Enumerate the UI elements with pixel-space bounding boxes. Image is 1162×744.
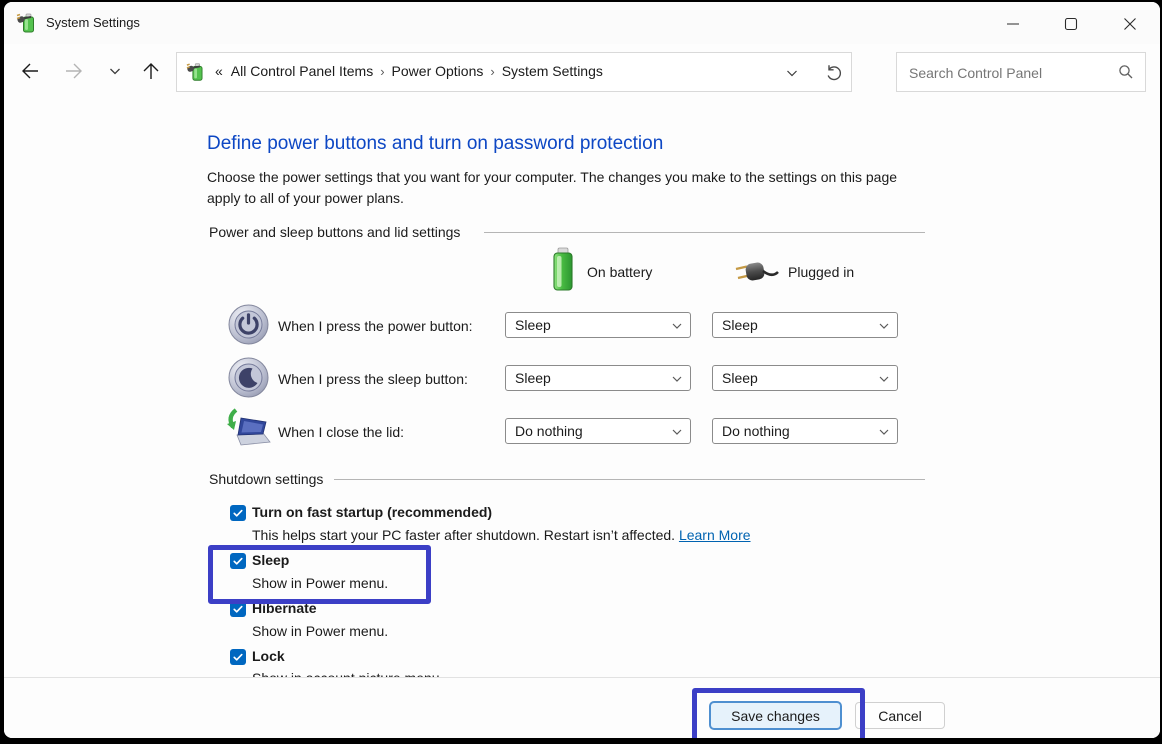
refresh-icon	[825, 63, 844, 82]
up-button[interactable]	[138, 58, 164, 84]
row-label-sleep-button: When I press the sleep button:	[278, 371, 468, 387]
checkbox-lock[interactable]	[230, 649, 246, 665]
column-header-on-battery: On battery	[587, 264, 652, 280]
select-value: Sleep	[722, 317, 758, 333]
lid-close-icon	[223, 408, 271, 455]
system-settings-window: System Settings	[4, 2, 1160, 738]
checkmark-icon	[232, 555, 244, 567]
breadcrumb-item-all-control-panel-items[interactable]: All Control Panel Items	[231, 63, 373, 79]
checkbox-hibernate[interactable]	[230, 601, 246, 617]
option-label-sleep[interactable]: Sleep	[252, 552, 289, 568]
select-close-lid-plugged-in[interactable]: Do nothing	[712, 418, 898, 444]
learn-more-link[interactable]: Learn More	[679, 527, 751, 543]
select-value: Do nothing	[722, 423, 790, 439]
option-label-fast-startup[interactable]: Turn on fast startup (recommended)	[252, 504, 492, 520]
plug-icon	[733, 258, 781, 293]
checkmark-icon	[232, 603, 244, 615]
search-box	[896, 52, 1146, 92]
address-dropdown-button[interactable]	[785, 66, 799, 85]
section-rule	[334, 479, 925, 480]
history-dropdown-button[interactable]	[102, 58, 128, 84]
search-icon[interactable]	[1118, 64, 1134, 85]
breadcrumb-item-power-options[interactable]: Power Options	[392, 63, 484, 79]
sleep-button-icon	[228, 357, 269, 403]
titlebar: System Settings	[4, 2, 1160, 44]
row-label-power-button: When I press the power button:	[278, 318, 473, 334]
save-changes-button[interactable]: Save changes	[709, 701, 842, 730]
select-power-button-plugged-in[interactable]: Sleep	[712, 312, 898, 338]
breadcrumb-prefix: «	[215, 63, 223, 79]
forward-icon	[63, 60, 85, 82]
breadcrumb: « All Control Panel Items › Power Option…	[215, 63, 603, 79]
option-label-hibernate[interactable]: Hibernate	[252, 600, 317, 616]
checkmark-icon	[232, 651, 244, 663]
maximize-icon	[1064, 17, 1078, 31]
battery-icon	[549, 245, 577, 298]
save-changes-label: Save changes	[731, 708, 820, 724]
close-button[interactable]	[1116, 13, 1144, 35]
search-input[interactable]	[907, 53, 1116, 93]
chevron-down-icon	[671, 426, 683, 438]
checkbox-sleep[interactable]	[230, 553, 246, 569]
power-button-icon	[228, 304, 269, 350]
minimize-icon	[1006, 17, 1020, 31]
column-header-plugged-in: Plugged in	[788, 264, 854, 280]
breadcrumb-separator[interactable]: ›	[483, 64, 501, 79]
select-value: Sleep	[515, 317, 551, 333]
maximize-button[interactable]	[1057, 13, 1085, 35]
option-description-sleep: Show in Power menu.	[252, 575, 388, 591]
option-description-hibernate: Show in Power menu.	[252, 623, 388, 639]
breadcrumb-power-icon	[186, 61, 208, 88]
chevron-down-icon	[878, 426, 890, 438]
checkbox-fast-startup[interactable]	[230, 505, 246, 521]
select-sleep-button-plugged-in[interactable]: Sleep	[712, 365, 898, 391]
select-value: Sleep	[515, 370, 551, 386]
page-description: Choose the power settings that you want …	[207, 167, 913, 209]
back-icon	[19, 60, 41, 82]
page-title: Define power buttons and turn on passwor…	[207, 133, 663, 155]
cancel-label: Cancel	[878, 708, 922, 724]
forward-button[interactable]	[61, 58, 87, 84]
option-description-fast-startup: This helps start your PC faster after sh…	[252, 527, 751, 543]
minimize-button[interactable]	[999, 13, 1027, 35]
up-arrow-icon	[140, 60, 162, 82]
footer-bar: Save changes Cancel	[4, 677, 1160, 738]
power-options-app-icon	[16, 11, 40, 40]
chevron-down-icon	[878, 320, 890, 332]
window-title: System Settings	[46, 15, 140, 30]
option-label-lock[interactable]: Lock	[252, 648, 285, 664]
chevron-down-icon	[671, 373, 683, 385]
select-value: Do nothing	[515, 423, 583, 439]
address-bar[interactable]: « All Control Panel Items › Power Option…	[176, 52, 852, 92]
chevron-down-icon	[878, 373, 890, 385]
close-icon	[1123, 17, 1137, 31]
chevron-down-icon	[671, 320, 683, 332]
select-sleep-button-on-battery[interactable]: Sleep	[505, 365, 691, 391]
select-value: Sleep	[722, 370, 758, 386]
chevron-down-icon	[108, 64, 122, 78]
breadcrumb-separator[interactable]: ›	[373, 64, 391, 79]
select-power-button-on-battery[interactable]: Sleep	[505, 312, 691, 338]
row-label-close-lid: When I close the lid:	[278, 424, 404, 440]
checkmark-icon	[232, 507, 244, 519]
refresh-button[interactable]	[825, 63, 844, 87]
section-rule	[484, 232, 925, 233]
back-button[interactable]	[17, 58, 43, 84]
shutdown-section-heading: Shutdown settings	[209, 471, 323, 487]
breadcrumb-item-system-settings[interactable]: System Settings	[502, 63, 603, 79]
power-section-heading: Power and sleep buttons and lid settings	[209, 224, 460, 240]
chevron-down-icon	[785, 66, 799, 80]
cancel-button[interactable]: Cancel	[855, 702, 945, 729]
select-close-lid-on-battery[interactable]: Do nothing	[505, 418, 691, 444]
